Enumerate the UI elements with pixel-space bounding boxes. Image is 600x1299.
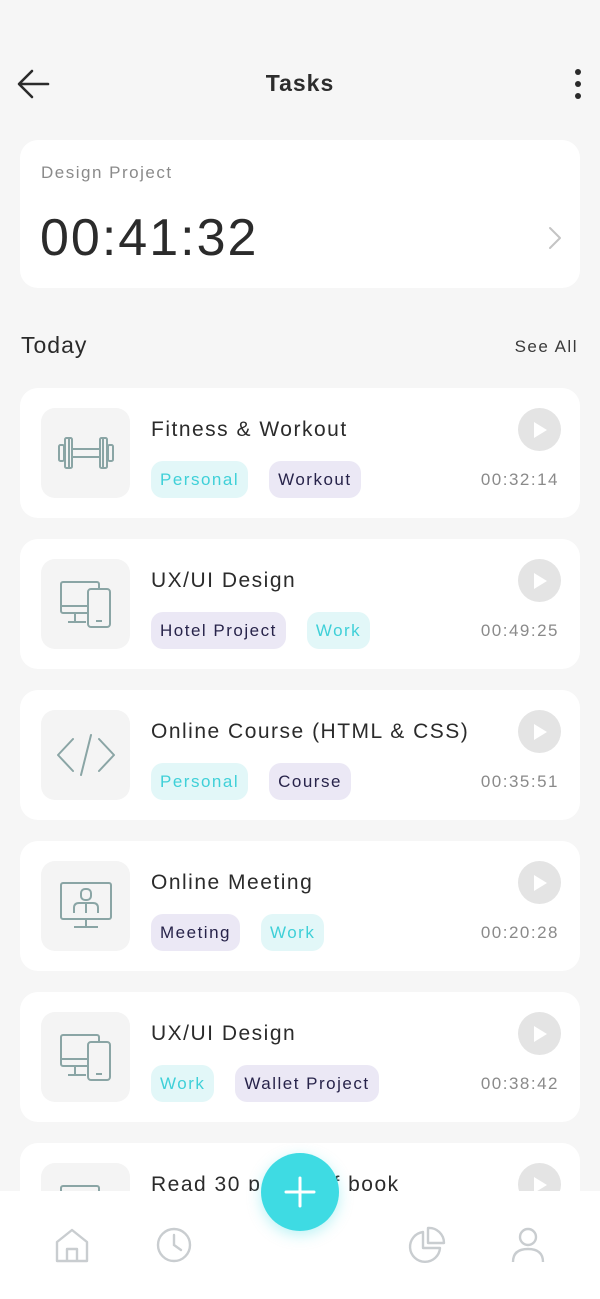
task-duration: 00:20:28	[480, 923, 559, 942]
task-card[interactable]: Fitness & Workout Personal Workout 00:32…	[20, 388, 580, 518]
task-tags: Meeting Work	[151, 914, 325, 951]
task-card[interactable]: UX/UI Design Work Wallet Project 00:38:4…	[20, 992, 580, 1122]
task-card[interactable]: Online Meeting Meeting Work 00:20:28	[20, 841, 580, 971]
task-duration: 00:32:14	[480, 470, 559, 489]
task-tags: Personal Course	[151, 763, 351, 800]
task-list: Fitness & Workout Personal Workout 00:32…	[0, 0, 600, 1299]
task-name: Online Course (HTML & CSS)	[151, 720, 470, 743]
task-icon-box	[41, 559, 130, 649]
play-icon	[533, 572, 547, 589]
task-name: Online Meeting	[151, 871, 314, 894]
code-icon	[56, 734, 115, 776]
task-name: Fitness & Workout	[151, 418, 348, 441]
tag-course[interactable]: Course	[269, 763, 351, 800]
play-icon	[533, 421, 547, 438]
task-icon-box	[41, 1012, 130, 1102]
tag-meeting[interactable]: Meeting	[151, 914, 240, 951]
clock-icon	[156, 1227, 192, 1263]
video-meeting-icon	[59, 882, 112, 928]
task-duration: 00:35:51	[480, 772, 559, 791]
tag-workout[interactable]: Workout	[269, 461, 361, 498]
task-icon-box	[41, 408, 130, 498]
play-button[interactable]	[518, 1012, 561, 1055]
add-task-button[interactable]	[261, 1153, 339, 1231]
task-duration: 00:38:42	[480, 1074, 559, 1093]
add-icon	[284, 1176, 316, 1208]
play-icon	[533, 1025, 547, 1042]
tag-personal[interactable]: Personal	[151, 763, 249, 800]
play-icon	[533, 723, 547, 740]
nav-stats[interactable]	[406, 1225, 446, 1265]
play-button[interactable]	[518, 710, 561, 753]
tag-work[interactable]: Work	[260, 914, 325, 951]
play-button[interactable]	[518, 559, 561, 602]
tag-hotel-project[interactable]: Hotel Project	[151, 612, 286, 649]
home-icon	[55, 1228, 89, 1263]
devices-icon	[59, 581, 111, 628]
task-card[interactable]: Online Course (HTML & CSS) Personal Cour…	[20, 690, 580, 820]
task-duration: 00:49:25	[480, 621, 559, 640]
dumbbell-icon	[57, 437, 114, 469]
task-tags: Personal Workout	[151, 461, 361, 498]
play-icon	[533, 874, 547, 891]
play-button[interactable]	[518, 408, 561, 451]
nav-history[interactable]	[154, 1225, 194, 1265]
play-button[interactable]	[518, 861, 561, 904]
pie-chart-icon	[408, 1226, 446, 1264]
tag-work[interactable]: Work	[151, 1065, 215, 1102]
task-card[interactable]: UX/UI Design Hotel Project Work 00:49:25	[20, 539, 580, 669]
user-icon	[511, 1227, 545, 1263]
task-tags: Hotel Project Work	[151, 612, 371, 649]
task-icon-box	[41, 710, 130, 800]
task-icon-box	[41, 861, 130, 951]
tag-personal[interactable]: Personal	[151, 461, 249, 498]
nav-profile[interactable]	[508, 1225, 548, 1265]
task-name: UX/UI Design	[151, 569, 297, 592]
tag-work[interactable]: Work	[306, 612, 371, 649]
task-tags: Work Wallet Project	[151, 1065, 379, 1102]
devices-icon	[59, 1034, 111, 1081]
nav-home[interactable]	[52, 1225, 92, 1265]
tag-wallet-project[interactable]: Wallet Project	[235, 1065, 379, 1102]
task-name: UX/UI Design	[151, 1022, 297, 1045]
